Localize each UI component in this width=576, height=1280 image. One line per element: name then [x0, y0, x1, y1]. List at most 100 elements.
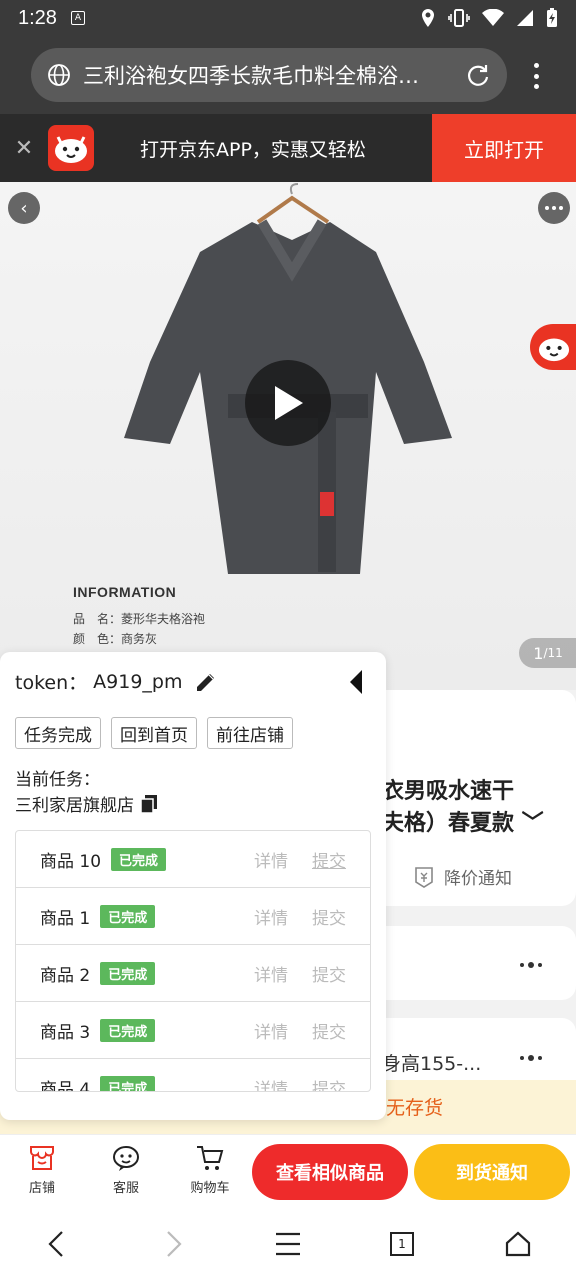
current-shop-name: 三利家居旗舰店 [15, 796, 134, 816]
task-submit-link[interactable]: 提交 [312, 961, 346, 986]
task-detail-link[interactable]: 详情 [254, 847, 288, 872]
task-detail-link[interactable]: 详情 [254, 1018, 288, 1043]
vibrate-icon [448, 9, 470, 27]
jd-float-icon[interactable] [530, 324, 576, 370]
banner-promo-text: 打开京东APP，实惠又轻松 [140, 138, 366, 161]
status-time: 1:28 [18, 6, 57, 29]
price-notice-label: 降价通知 [444, 869, 512, 889]
task-row: 商品 4 已完成 详情 提交 [16, 1059, 370, 1092]
play-video-button[interactable] [245, 360, 331, 446]
jd-logo [48, 125, 94, 171]
collapse-panel-icon[interactable] [348, 668, 364, 696]
stock-status: 无存货 [386, 1097, 444, 1119]
shop-icon [30, 1146, 54, 1170]
nav-tabs-icon[interactable]: 1 [384, 1226, 420, 1262]
product-title-line1: 衣男吸水速干 [382, 779, 515, 804]
token-row: token： A919_pm [15, 668, 218, 695]
task-complete-button[interactable]: 任务完成 [15, 717, 101, 749]
go-to-store-button[interactable]: 前往店铺 [207, 717, 293, 749]
task-name: 商品 1 [40, 908, 91, 929]
browser-toolbar: 三利浴袍女四季长款毛巾料全棉浴… [0, 36, 576, 114]
pager-current: 1 [533, 643, 544, 663]
cart-button[interactable]: 购物车 [180, 1143, 240, 1196]
token-label: token： [15, 672, 88, 694]
spec-more-icon[interactable] [520, 1055, 542, 1061]
shop-button[interactable]: 店铺 [12, 1143, 72, 1196]
task-detail-link[interactable]: 详情 [254, 961, 288, 986]
nav-menu-icon[interactable] [270, 1226, 306, 1262]
task-row: 商品 3 已完成 详情 提交 [16, 1002, 370, 1059]
task-status-badge: 已完成 [100, 961, 156, 985]
info-line-name: 品 名：菱形华夫格浴袍 [73, 612, 206, 626]
wifi-icon [482, 9, 504, 26]
price-notice-button[interactable]: 降价通知 [412, 864, 512, 889]
arrival-notify-button[interactable]: 到货通知 [414, 1144, 570, 1200]
product-gallery[interactable]: ‹ INFORMATION 品 名：菱形华夫格浴袍 颜 色：商务灰 1/11 [0, 182, 576, 690]
panel-actions: 任务完成 回到首页 前往店铺 [15, 717, 293, 749]
location-icon [422, 9, 434, 27]
nav-home-icon[interactable] [500, 1226, 536, 1262]
task-name: 商品 2 [40, 965, 91, 986]
url-text: 三利浴袍女四季长款毛巾料全棉浴… [83, 64, 419, 88]
more-menu-icon[interactable] [528, 60, 544, 92]
customer-service-icon [113, 1146, 139, 1171]
open-app-button[interactable]: 立即打开 [432, 114, 576, 182]
back-icon[interactable]: ‹ [8, 192, 40, 224]
task-row: 商品 2 已完成 详情 提交 [16, 945, 370, 1002]
task-status-badge: 已完成 [100, 904, 156, 928]
cart-label: 购物车 [190, 1181, 230, 1196]
product-title: 衣男吸水速干 夫格）春夏款 ﹀ [382, 776, 544, 840]
status-icons [420, 8, 558, 28]
browser-nav-bar: 1 [0, 1208, 576, 1280]
current-shop-row: 三利家居旗舰店 [15, 791, 158, 816]
view-similar-button[interactable]: 查看相似商品 [252, 1144, 408, 1200]
task-submit-link[interactable]: 提交 [312, 904, 346, 929]
edit-icon[interactable] [194, 670, 218, 694]
task-name: 商品 4 [40, 1079, 91, 1092]
product-title-line2[interactable]: 夫格）春夏款 ﹀ [382, 808, 544, 840]
task-row: 商品 10 已完成 详情 提交 [16, 831, 370, 888]
customer-service-button[interactable]: 客服 [96, 1143, 156, 1196]
task-name: 商品 3 [40, 1022, 91, 1043]
task-submit-link[interactable]: 提交 [312, 1018, 346, 1043]
task-status-badge: 已完成 [100, 1018, 156, 1042]
task-name: 商品 10 [40, 851, 102, 872]
signal-icon [517, 10, 533, 26]
task-status-badge: 已完成 [100, 1075, 156, 1091]
battery-icon [547, 8, 557, 27]
bottom-action-bar: 店铺 客服 购物车 查看相似商品 到货通知 [0, 1134, 576, 1208]
task-panel: token： A919_pm 任务完成 回到首页 前往店铺 当前任务： 三利家居… [0, 652, 386, 1120]
selected-size: 身高155-... [382, 1053, 482, 1075]
task-detail-link[interactable]: 详情 [254, 1075, 288, 1092]
current-task-label: 当前任务： [15, 770, 100, 790]
globe-icon [48, 64, 70, 86]
info-heading: INFORMATION [73, 584, 177, 600]
image-pager: 1/11 [519, 638, 576, 668]
token-value: A919_pm [93, 670, 183, 693]
notification-a-icon: A [70, 11, 85, 25]
reload-icon[interactable] [465, 62, 491, 88]
task-submit-link[interactable]: 提交 [312, 847, 346, 872]
info-line-color: 颜 色：商务灰 [73, 632, 158, 646]
tab-count: 1 [390, 1232, 414, 1256]
customer-service-label: 客服 [112, 1181, 139, 1196]
play-icon [275, 386, 303, 420]
cart-icon [197, 1146, 224, 1170]
app-banner: ✕ 打开京东APP，实惠又轻松 立即打开 [0, 114, 576, 182]
price-tag-icon [415, 866, 433, 888]
back-home-button[interactable]: 回到首页 [111, 717, 197, 749]
task-detail-link[interactable]: 详情 [254, 904, 288, 929]
status-bar: 1:28 A [0, 0, 576, 36]
address-bar[interactable]: 三利浴袍女四季长款毛巾料全棉浴… [31, 48, 507, 102]
pager-total: /11 [543, 646, 563, 660]
close-icon[interactable]: ✕ [0, 114, 48, 182]
nav-forward-icon[interactable] [156, 1226, 192, 1262]
promo-more-icon[interactable] [520, 962, 542, 968]
nav-back-icon[interactable] [38, 1226, 74, 1262]
task-status-badge: 已完成 [111, 847, 167, 871]
more-options-icon[interactable] [538, 192, 570, 224]
copy-icon[interactable] [140, 794, 158, 814]
task-list[interactable]: 商品 10 已完成 详情 提交 商品 1 已完成 详情 提交 商品 2 已完成 … [15, 830, 371, 1092]
task-submit-link[interactable]: 提交 [312, 1075, 346, 1092]
shop-label: 店铺 [28, 1181, 55, 1196]
